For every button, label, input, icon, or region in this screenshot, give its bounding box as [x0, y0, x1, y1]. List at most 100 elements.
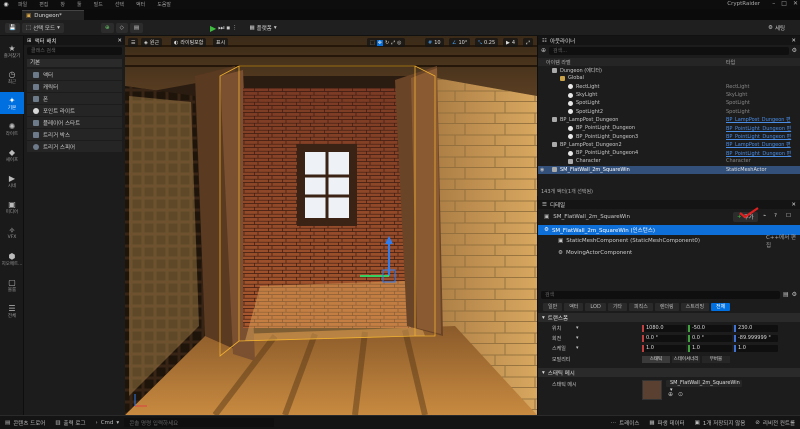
mobility-option[interactable]: 스태틱 — [642, 356, 670, 363]
outliner-item-type[interactable]: BP_LampPost_Dungeon 편 — [726, 116, 791, 123]
rail-item-geometry[interactable]: ⬢ 지오메트... — [0, 248, 24, 270]
add-filter-icon[interactable]: ⊕ — [541, 47, 546, 56]
rotate-tool-icon[interactable]: ↻ — [385, 40, 389, 46]
camera-speed[interactable]: ▶ 4 — [503, 38, 519, 47]
unsaved-button[interactable]: ▣ 1개 저장되지 않음 — [690, 419, 751, 427]
class-search-input[interactable]: 클래스 검색 — [27, 47, 122, 55]
platforms-icon[interactable]: ▦ — [249, 25, 254, 31]
details-tab[interactable]: 일반 — [543, 302, 563, 311]
details-tab[interactable]: 피직스 — [629, 302, 653, 311]
menu-file[interactable]: 파일 — [12, 1, 33, 8]
outliner-item-type[interactable]: BP_PointLight_Dungeon 편 — [726, 133, 791, 140]
cinematics-button[interactable]: ▤ — [129, 23, 144, 33]
place-item-pawn[interactable]: 폰 — [27, 93, 122, 104]
menu-select[interactable]: 선택 — [109, 1, 130, 8]
grid-snap[interactable]: #10 — [425, 38, 444, 47]
close-icon[interactable]: ✕ — [791, 202, 796, 208]
rail-item-vfx[interactable]: ✧ VFX — [0, 222, 24, 244]
play-icon[interactable]: ▶ — [210, 24, 216, 33]
scale-snap[interactable]: ⤡ 0.25 — [475, 38, 499, 47]
perspective-dropdown[interactable]: ◈ 원근 — [141, 38, 163, 47]
outliner-item-type[interactable]: BP_PointLight_Dungeon 편 — [726, 125, 791, 132]
content-drawer-button[interactable]: ▤ 콘텐츠 드로어 — [0, 419, 50, 427]
save-button[interactable]: 💾 — [5, 23, 20, 33]
location-field-y[interactable]: -50.0 — [688, 325, 732, 332]
output-log-button[interactable]: ▥ 출력 로그 — [50, 419, 90, 427]
close-icon[interactable]: ✕ — [117, 38, 122, 44]
place-item-player-start[interactable]: 플레이어 스타트 — [27, 117, 122, 128]
scale-tool-icon[interactable]: ⤢ — [391, 40, 395, 46]
scale-field-x[interactable]: 1.0 — [642, 345, 686, 352]
use-selected-icon[interactable]: ⊙ — [678, 391, 683, 398]
maximize-viewport-button[interactable]: ⤢ — [523, 38, 534, 47]
menu-help[interactable]: 도움말 — [151, 1, 177, 8]
menu-window[interactable]: 창 — [54, 1, 71, 8]
menu-build[interactable]: 빌드 — [88, 1, 109, 8]
more-icon[interactable]: ⋮ — [232, 25, 238, 31]
play-next-icon[interactable]: ⏭ — [218, 24, 224, 33]
minimize-icon[interactable]: – — [772, 0, 775, 7]
component-row-static-mesh[interactable]: ▣ StaticMeshComponent (StaticMeshComponen… — [538, 235, 800, 249]
location-field-x[interactable]: 1080.0 — [642, 325, 686, 332]
level-viewport[interactable] — [125, 36, 537, 415]
outliner-row[interactable]: BP_PointLight_Dungeon BP_PointLight_Dunge… — [538, 124, 800, 132]
unreal-logo-icon[interactable]: ◉ — [0, 0, 12, 9]
world-space-icon[interactable]: ◎ — [397, 40, 401, 46]
stop-icon[interactable]: ⏹ — [226, 24, 230, 33]
outliner-row[interactable]: SkyLight SkyLight — [538, 91, 800, 99]
place-item-actor[interactable]: 액터 — [27, 69, 122, 80]
browse-icon[interactable]: ⊕ — [668, 391, 673, 398]
menu-tools[interactable]: 툴 — [71, 1, 88, 8]
chevron-down-icon[interactable]: ▾ — [576, 345, 579, 351]
outliner-item-type[interactable]: BP_LampPost_Dungeon 편 — [726, 141, 791, 148]
show-dropdown[interactable]: 표시 — [213, 38, 229, 47]
outliner-row[interactable]: SpotLight SpotLight — [538, 99, 800, 107]
scene-render[interactable] — [125, 36, 537, 415]
rail-item-clock[interactable]: ◷ 최근 — [0, 66, 24, 88]
chevron-down-icon[interactable]: ▾ — [576, 335, 579, 341]
actor-name[interactable]: SM_FlatWall_2m_SquareWin — [553, 214, 630, 220]
derived-data-button[interactable]: ▦ 파생 데이터 — [644, 419, 689, 427]
place-item-trigger-sphere[interactable]: 트리거 스피어 — [27, 141, 122, 152]
rotation-field-z[interactable]: -89.999999 ° — [734, 335, 778, 342]
blueprint-button[interactable]: ◇ — [115, 23, 128, 33]
details-tab[interactable]: 전체 — [711, 302, 731, 311]
revision-control-button[interactable]: ⊘ 리비전 컨트롤 — [750, 419, 800, 427]
rail-item-media[interactable]: ▣ 미디어 — [0, 196, 24, 218]
details-tab[interactable]: 스트리밍 — [680, 302, 710, 311]
menu-actor[interactable]: 액터 — [130, 1, 151, 8]
rotation-field-y[interactable]: 0.0 ° — [688, 335, 732, 342]
column-label[interactable]: 아이템 라벨 — [546, 59, 571, 66]
settings-label[interactable]: 세팅 — [775, 24, 785, 32]
place-item-trigger-box[interactable]: 트리거 박스 — [27, 129, 122, 140]
rotation-snap[interactable]: ∠ 10° — [449, 38, 471, 47]
place-item-point-light[interactable]: 포인트 라이트 — [27, 105, 122, 116]
menu-edit[interactable]: 편집 — [33, 1, 54, 8]
rotation-field-x[interactable]: 0.0 ° — [642, 335, 686, 342]
static-mesh-section[interactable]: ▾ 스태틱 메시 — [538, 368, 800, 377]
scale-field-z[interactable]: 1.0 — [734, 345, 778, 352]
rail-item-volume[interactable]: ▢ 볼륨 — [0, 274, 24, 296]
viewport-menu-button[interactable]: ☰ — [128, 38, 139, 47]
static-mesh-picker[interactable]: SM_FlatWall_2m_SquareWin ▾ — [666, 380, 742, 393]
mode-dropdown[interactable]: ⬚ 선택 모드 ▾ — [21, 23, 64, 33]
mobility-option[interactable]: 스테이셔너리 — [672, 356, 700, 363]
details-tab[interactable]: 액터 — [564, 302, 584, 311]
outliner-row[interactable]: ◉ SM_FlatWall_2m_SquareWin StaticMeshActor — [538, 165, 800, 174]
select-tool-icon[interactable]: ⬚ — [370, 40, 375, 46]
rail-item-visual[interactable]: ▶ 시네 — [0, 170, 24, 192]
view-mode-dropdown[interactable]: ◐ 라이팅포함 — [171, 38, 207, 47]
outliner-row[interactable]: Character Character — [538, 157, 800, 165]
tab-dungeon[interactable]: ▣ Dungeon* — [22, 10, 84, 20]
details-search-input[interactable]: 검색 — [541, 291, 780, 299]
transform-section[interactable]: ▾ 트랜스폼 — [538, 313, 800, 322]
column-type[interactable]: 타입 — [726, 59, 735, 66]
platforms-label[interactable]: 플랫폼 — [257, 24, 272, 32]
component-row-moving-actor[interactable]: ⚙ MovingActorComponent — [538, 247, 800, 259]
settings-icon[interactable]: ⚙ — [768, 25, 773, 31]
settings-icon[interactable]: ⚙ — [792, 291, 797, 300]
mobility-option[interactable]: 무버블 — [702, 356, 730, 363]
rail-item-star[interactable]: ★ 즐겨찾기 — [0, 40, 24, 62]
rail-item-shapes[interactable]: ◆ 셰이프 — [0, 144, 24, 166]
details-tab[interactable]: 렌더링 — [654, 302, 679, 311]
